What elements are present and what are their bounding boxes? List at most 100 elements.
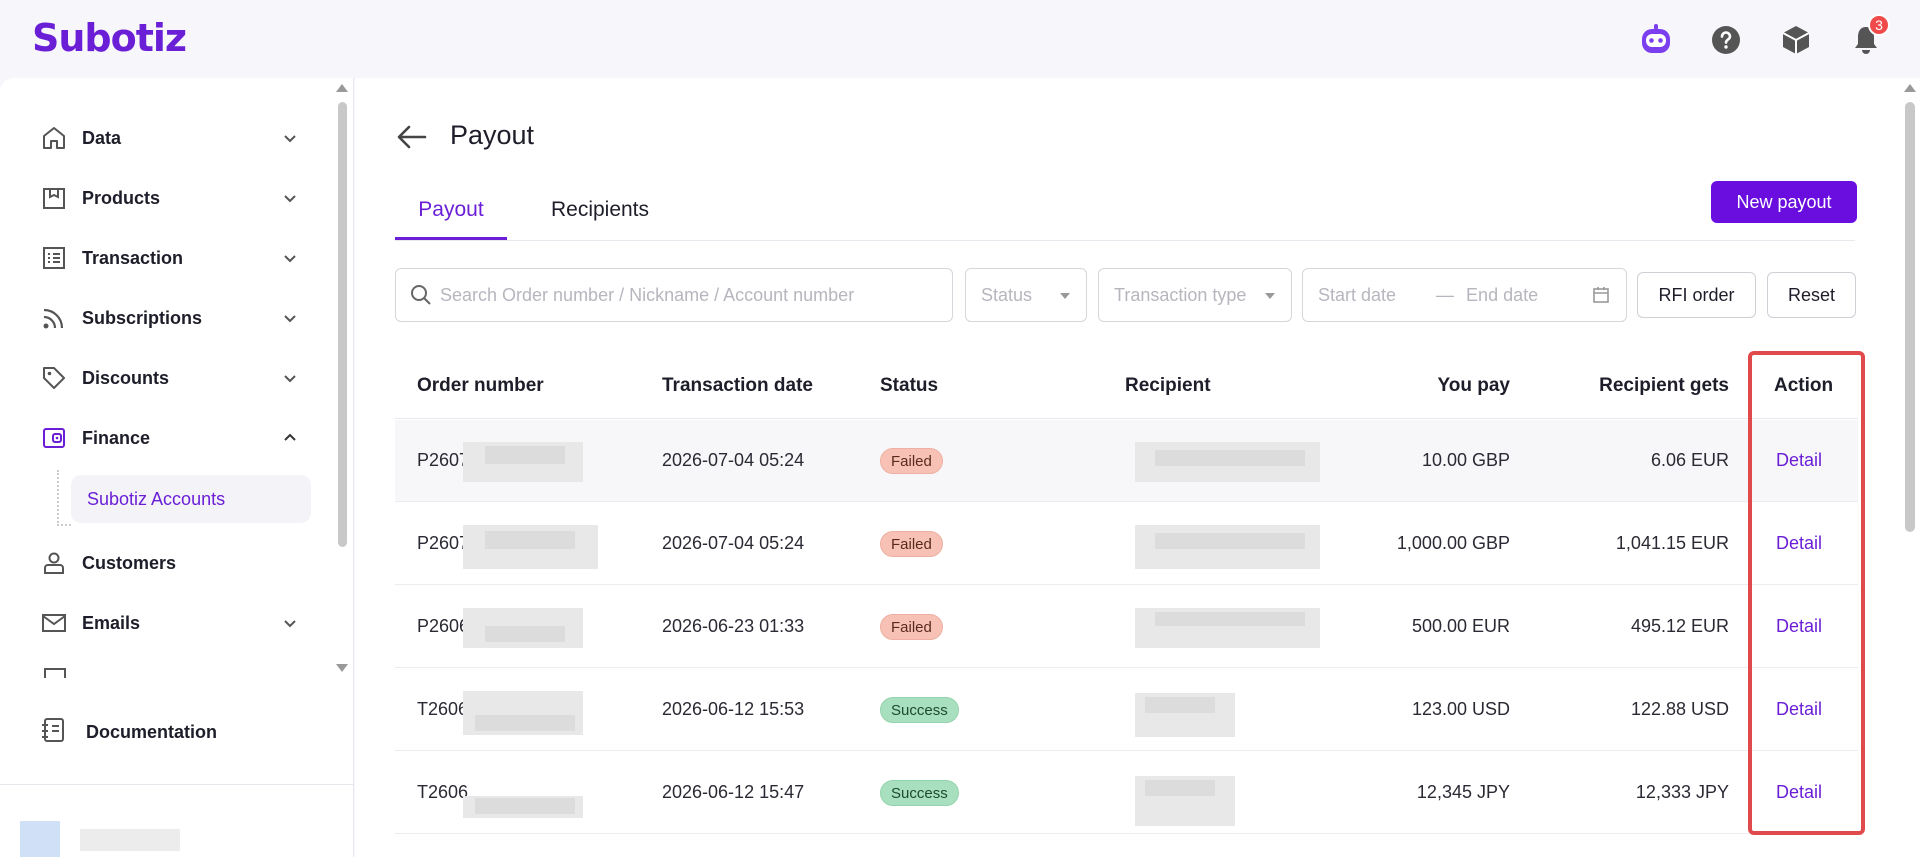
sidebar-item-products[interactable]: Products <box>40 178 300 218</box>
profile-area[interactable] <box>20 815 220 857</box>
date-range-picker[interactable]: Start date — End date <box>1302 268 1627 322</box>
sidebar-item-cutoff <box>44 668 304 678</box>
notification-badge: 3 <box>1868 14 1890 36</box>
end-date-placeholder: End date <box>1466 284 1539 305</box>
you-pay: 123.00 USD <box>1411 699 1510 719</box>
table-row[interactable]: T2606 2026-06-12 15:47 Success 12,345 JP… <box>395 752 1858 834</box>
sidebar-item-discounts[interactable]: Discounts <box>40 358 300 398</box>
chevron-down-icon <box>284 315 296 323</box>
status-select[interactable]: Status <box>965 268 1087 322</box>
document-icon <box>40 716 68 749</box>
sidebar-item-subscriptions[interactable]: Subscriptions <box>40 298 300 338</box>
order-number: P2607 <box>417 450 470 470</box>
new-payout-button[interactable]: New payout <box>1711 181 1857 223</box>
app-logo[interactable]: Subotiz <box>32 16 187 60</box>
chevron-down-icon <box>284 375 296 383</box>
main-scrollbar[interactable] <box>1900 78 1920 857</box>
detail-link[interactable]: Detail <box>1776 782 1822 803</box>
redacted-recipient <box>1145 697 1215 713</box>
sidebar-item-transaction[interactable]: Transaction <box>40 238 300 278</box>
sidebar-item-finance[interactable]: Finance <box>40 418 300 458</box>
recipient-gets: 122.88 USD <box>1630 699 1729 719</box>
redacted-block <box>475 798 575 814</box>
transaction-date: 2026-06-23 01:33 <box>662 616 805 636</box>
bell-icon[interactable]: 3 <box>1846 14 1890 60</box>
calendar-icon <box>1593 287 1609 303</box>
detail-link[interactable]: Detail <box>1776 533 1822 554</box>
table-header: Order number Transaction date Status Rec… <box>395 353 1858 419</box>
help-icon[interactable] <box>1706 20 1746 60</box>
transaction-date: 2026-06-12 15:47 <box>662 782 805 802</box>
transaction-type-select[interactable]: Transaction type <box>1098 268 1292 322</box>
scroll-up-icon[interactable] <box>1904 84 1916 92</box>
avatar <box>20 821 60 857</box>
recipient-gets: 495.12 EUR <box>1630 616 1729 636</box>
table-row[interactable]: P2607 2026-07-04 05:24 Failed 1,000.00 G… <box>395 503 1858 585</box>
redacted-recipient <box>1155 450 1305 466</box>
you-pay: 10.00 GBP <box>1421 450 1510 470</box>
order-number: P2606 <box>417 616 470 636</box>
redacted-block <box>485 531 575 549</box>
filter-bar: Search Order number / Nickname / Account… <box>395 268 1865 322</box>
list-icon <box>40 244 68 272</box>
transaction-date: 2026-07-04 05:24 <box>662 450 805 470</box>
scroll-thumb[interactable] <box>1905 102 1915 532</box>
scroll-up-icon[interactable] <box>336 84 348 92</box>
col-recipient-gets: Recipient gets <box>1599 375 1729 396</box>
col-order-number: Order number <box>417 375 544 396</box>
main-content: Payout Payout Recipients New payout Sear… <box>355 78 1900 857</box>
start-date-placeholder: Start date <box>1318 284 1397 305</box>
chevron-down-icon <box>284 620 296 628</box>
box-icon <box>40 184 68 212</box>
rss-icon <box>40 304 68 332</box>
tab-recipients[interactable]: Recipients <box>535 181 665 239</box>
sidebar-item-customers[interactable]: Customers <box>40 543 300 583</box>
sidebar-scrollbar[interactable] <box>334 78 350 678</box>
detail-link[interactable]: Detail <box>1776 450 1822 471</box>
table-row[interactable]: P2607 2026-07-04 05:24 Failed 10.00 GBP … <box>395 420 1858 502</box>
search-placeholder: Search Order number / Nickname / Account… <box>440 284 855 305</box>
status-badge: Failed <box>880 614 943 640</box>
caret-down-icon <box>1060 293 1070 299</box>
scroll-down-icon[interactable] <box>336 664 348 672</box>
status-badge: Success <box>880 780 959 806</box>
tag-icon <box>40 364 68 392</box>
sidebar-subitem-subotiz-accounts[interactable]: Subotiz Accounts <box>71 475 311 523</box>
search-input[interactable]: Search Order number / Nickname / Account… <box>395 268 953 322</box>
recipient-gets: 1,041.15 EUR <box>1615 533 1729 553</box>
tree-connector <box>57 470 71 526</box>
table-row[interactable]: T2606 2026-06-12 15:53 Success 123.00 US… <box>395 669 1858 751</box>
search-icon <box>411 285 431 305</box>
redacted-recipient <box>1155 612 1305 626</box>
rfi-order-button[interactable]: RFI order <box>1637 272 1756 318</box>
back-arrow-icon[interactable] <box>395 120 429 154</box>
sidebar-item-emails[interactable]: Emails <box>40 603 300 643</box>
redacted-block <box>485 446 565 464</box>
redacted-recipient <box>1145 780 1215 796</box>
recipient-gets: 6.06 EUR <box>1650 450 1729 470</box>
page-title: Payout <box>450 120 535 150</box>
package-icon[interactable] <box>1776 20 1816 60</box>
status-badge: Failed <box>880 448 943 474</box>
detail-link[interactable]: Detail <box>1776 616 1822 637</box>
redacted-block <box>485 626 565 642</box>
order-number: T2606 <box>417 782 469 802</box>
detail-link[interactable]: Detail <box>1776 699 1822 720</box>
sidebar-item-documentation[interactable]: Documentation <box>40 712 217 752</box>
tabs-divider <box>395 240 1855 241</box>
sidebar: Data Products Transaction Subscriptions … <box>0 78 354 857</box>
recipient-gets: 12,333 JPY <box>1635 782 1729 802</box>
scroll-thumb[interactable] <box>338 102 347 547</box>
ai-assistant-icon[interactable] <box>1636 20 1676 60</box>
you-pay: 1,000.00 GBP <box>1396 533 1510 553</box>
sidebar-item-data[interactable]: Data <box>40 118 300 158</box>
status-badge: Failed <box>880 531 943 557</box>
transaction-date: 2026-07-04 05:24 <box>662 533 805 553</box>
reset-button[interactable]: Reset <box>1767 272 1856 318</box>
tab-payout[interactable]: Payout <box>395 181 507 239</box>
table-row[interactable]: P2606 2026-06-23 01:33 Failed 500.00 EUR… <box>395 586 1858 668</box>
chevron-down-icon <box>284 135 296 143</box>
mail-icon <box>40 609 68 637</box>
order-number: P2607 <box>417 533 470 553</box>
date-separator: — <box>1436 284 1455 305</box>
